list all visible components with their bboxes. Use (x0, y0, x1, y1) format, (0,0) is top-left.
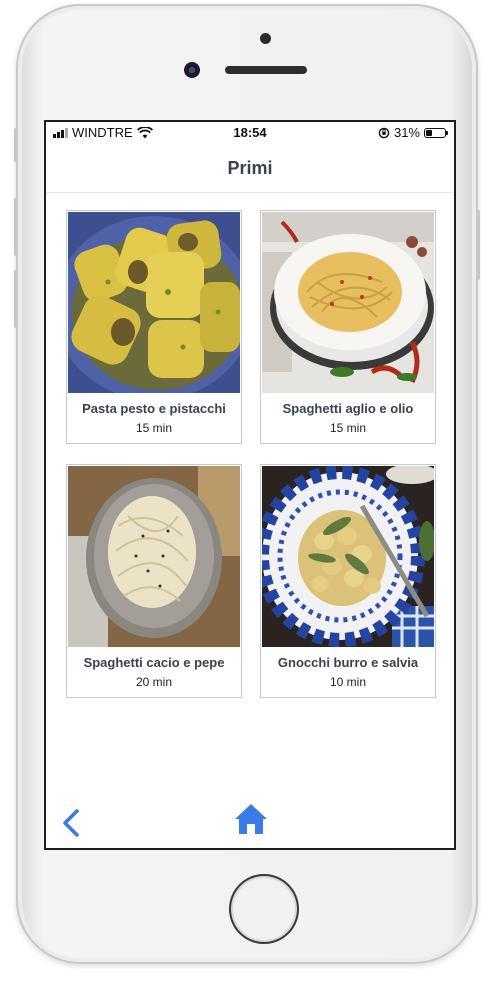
battery-percent: 31% (393, 125, 420, 140)
page-title: Primi (227, 158, 273, 178)
proximity-sensor (260, 33, 271, 44)
home-button[interactable] (229, 874, 299, 944)
power-button (476, 210, 480, 280)
recipe-name: Gnocchi burro e salvia (277, 655, 419, 670)
spaghetti-cacio-photo (68, 466, 240, 647)
home-icon[interactable] (234, 802, 268, 836)
recipe-time: 15 min (135, 421, 173, 435)
volume-up-button (14, 198, 18, 256)
app-screen: WINDTRE 18:54 31% Primi Pasta pesto e pi… (44, 120, 456, 850)
recipe-card[interactable]: Spaghetti cacio e pepe 20 min (66, 464, 242, 698)
gnocchi-salvia-photo (262, 466, 434, 647)
front-camera (184, 62, 200, 78)
header-divider (46, 192, 454, 193)
recipe-card[interactable]: Gnocchi burro e salvia 10 min (260, 464, 436, 698)
status-bar: WINDTRE 18:54 31% (46, 122, 454, 144)
back-chevron-icon[interactable] (60, 808, 82, 838)
volume-down-button (14, 270, 18, 328)
spaghetti-aglio-photo (262, 212, 434, 393)
earpiece-speaker (225, 66, 307, 74)
recipe-name: Pasta pesto e pistacchi (82, 401, 226, 416)
recipe-card[interactable]: Pasta pesto e pistacchi 15 min (66, 210, 242, 444)
recipe-card[interactable]: Spaghetti aglio e olio 15 min (260, 210, 436, 444)
orientation-lock-icon (378, 127, 390, 138)
mute-switch (14, 128, 18, 162)
recipe-time: 20 min (135, 675, 173, 689)
recipe-name: Spaghetti aglio e olio (282, 401, 414, 416)
recipe-time: 10 min (329, 675, 367, 689)
recipe-time: 15 min (329, 421, 367, 435)
battery-icon (424, 127, 448, 138)
recipe-name: Spaghetti cacio e pepe (83, 655, 225, 670)
paccheri-pesto-photo (68, 212, 240, 393)
